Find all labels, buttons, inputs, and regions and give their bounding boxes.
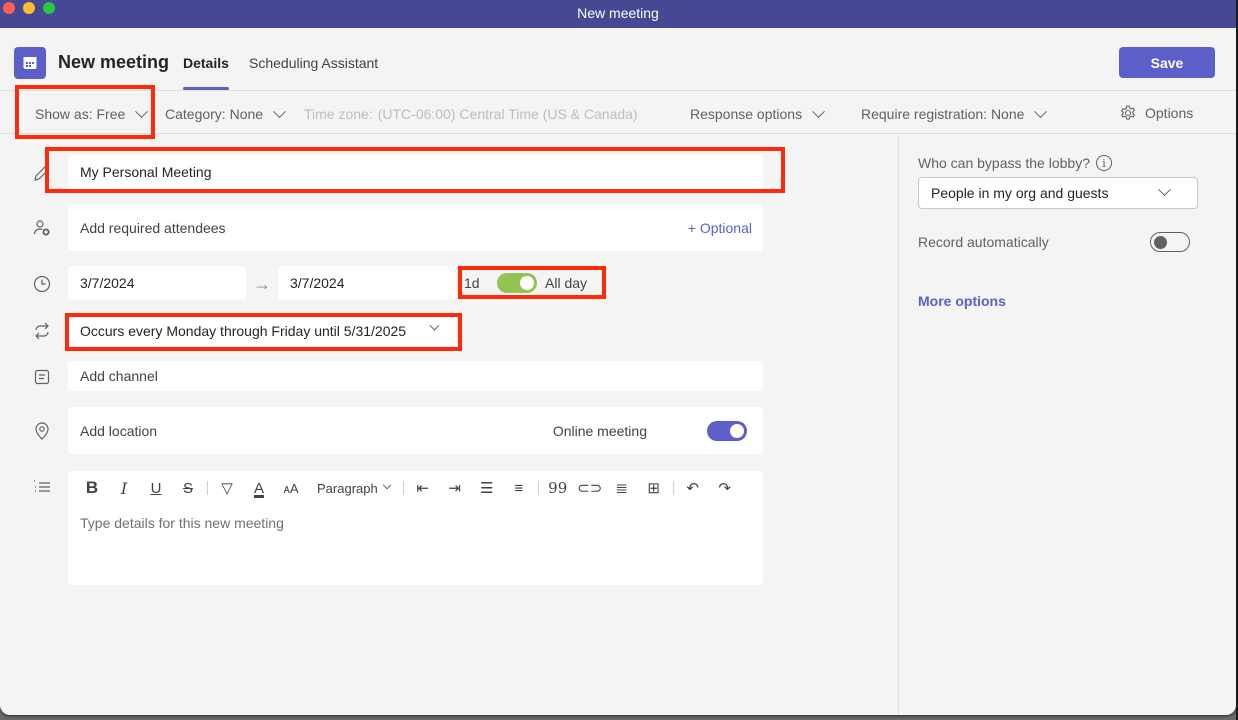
options-button[interactable]: Options — [1119, 104, 1193, 122]
toggle-knob — [730, 424, 744, 438]
info-icon[interactable]: i — [1096, 155, 1112, 171]
undo-icon[interactable]: ↶ — [677, 479, 709, 497]
paragraph-label: Paragraph — [317, 480, 378, 496]
add-person-icon — [33, 220, 50, 236]
quote-icon[interactable]: 99 — [542, 479, 574, 497]
title-bar: New meeting — [0, 0, 1236, 28]
response-options-dropdown[interactable]: Response options — [690, 104, 825, 122]
time-zone-value: (UTC-06:00) Central Time (US & Canada) — [377, 106, 638, 122]
toolbar-divider — [402, 481, 404, 495]
meeting-header: New meeting Details Scheduling Assistant… — [0, 28, 1236, 91]
decrease-indent-icon[interactable]: ⇤ — [407, 479, 439, 497]
category-label: Category: None — [165, 106, 264, 122]
tab-scheduling-assistant[interactable]: Scheduling Assistant — [249, 55, 378, 71]
more-options-link[interactable]: More options — [918, 293, 1006, 309]
chevron-down-icon — [273, 104, 286, 118]
tab-details[interactable]: Details — [183, 55, 229, 90]
page-title: New meeting — [58, 52, 170, 72]
chevron-down-icon — [429, 320, 440, 331]
date-range-arrow: → — [253, 274, 271, 294]
location-placeholder: Add location — [80, 422, 158, 439]
channel-input[interactable]: Add channel — [68, 361, 763, 391]
font-color-icon[interactable]: A — [243, 479, 275, 497]
bold-icon[interactable]: B — [76, 478, 108, 497]
time-zone-label: Time zone: — [304, 106, 373, 122]
channel-icon — [34, 369, 50, 385]
italic-icon[interactable]: I — [108, 479, 140, 498]
gear-icon — [1120, 105, 1136, 120]
duration-label: 1d — [464, 275, 480, 291]
chevron-down-icon — [812, 104, 825, 118]
location-pin-icon — [35, 422, 49, 440]
show-as-dropdown[interactable]: Show as: Free — [35, 104, 149, 122]
repeat-icon — [35, 322, 49, 340]
options-label: Options — [1145, 105, 1194, 121]
require-registration-label: Require registration: None — [861, 106, 1025, 122]
details-list-icon — [34, 480, 50, 492]
paragraph-style-dropdown[interactable]: Paragraph — [307, 481, 400, 496]
calendar-icon — [14, 47, 46, 79]
meeting-options-bar: Show as: Free Category: None Time zone: … — [0, 92, 1236, 134]
attendees-input[interactable]: Add required attendees + Optional — [68, 204, 763, 251]
save-button[interactable]: Save — [1119, 47, 1215, 78]
details-placeholder: Type details for this new meeting — [80, 515, 284, 531]
lobby-bypass-text: Who can bypass the lobby? — [918, 155, 1090, 171]
link-icon[interactable]: ⊂⊃ — [574, 479, 606, 497]
chevron-down-icon — [1158, 183, 1171, 197]
toolbar-divider — [537, 481, 539, 495]
show-as-label: Show as: Free — [35, 106, 126, 122]
recurrence-value: Occurs every Monday through Friday until… — [80, 323, 407, 339]
all-day-toggle[interactable] — [497, 273, 537, 293]
online-meeting-label: Online meeting — [552, 422, 647, 439]
recurrence-dropdown[interactable]: Occurs every Monday through Friday until… — [68, 316, 456, 346]
start-date-input[interactable]: 3/7/2024 — [68, 266, 246, 300]
time-zone-dropdown: Time zone: (UTC-06:00) Central Time (US … — [304, 106, 638, 122]
bulleted-list-icon[interactable]: ☰ — [471, 479, 503, 497]
toggle-knob — [520, 276, 534, 290]
meeting-side-panel: Who can bypass the lobby? i People in my… — [900, 135, 1236, 715]
response-options-label: Response options — [690, 106, 803, 122]
require-registration-dropdown[interactable]: Require registration: None — [861, 104, 1048, 122]
toggle-knob — [1154, 236, 1167, 249]
table-icon[interactable]: ⊞ — [638, 479, 670, 497]
font-size-icon[interactable]: ᴀA — [275, 479, 307, 497]
strikethrough-icon[interactable]: S — [172, 479, 204, 497]
add-optional-attendees-link[interactable]: + Optional — [688, 220, 752, 236]
increase-indent-icon[interactable]: ⇥ — [439, 479, 471, 497]
record-automatically-toggle[interactable] — [1150, 232, 1190, 252]
all-day-label: All day — [545, 275, 588, 291]
numbered-list-icon[interactable]: ≡ — [503, 479, 535, 497]
highlight-icon[interactable]: ▽ — [211, 479, 243, 497]
window-title: New meeting — [577, 5, 659, 21]
align-icon[interactable]: ≣ — [606, 479, 638, 497]
meeting-title-input[interactable]: My Personal Meeting — [68, 155, 763, 189]
chevron-down-icon — [135, 104, 149, 118]
redo-icon[interactable]: ↷ — [709, 479, 741, 497]
meeting-details-editor[interactable]: B I U S ▽ A ᴀA Paragraph ⇤ ⇥ ☰ ≡ 99 ⊂⊃ ≣… — [68, 471, 763, 585]
lobby-bypass-label: Who can bypass the lobby? i — [918, 155, 1112, 171]
toolbar-divider — [207, 481, 208, 495]
lobby-bypass-value: People in my org and guests — [931, 185, 1109, 201]
details-form: My Personal Meeting Add required attende… — [0, 135, 899, 715]
attendees-placeholder: Add required attendees — [80, 219, 226, 236]
record-automatically-label: Record automatically — [918, 234, 1049, 250]
chevron-down-icon — [1034, 104, 1048, 118]
new-meeting-window: New meeting New meeting Details Scheduli… — [0, 0, 1236, 715]
pencil-icon — [34, 166, 49, 181]
chevron-down-icon — [382, 480, 391, 490]
lobby-bypass-dropdown[interactable]: People in my org and guests — [918, 177, 1198, 209]
clock-icon — [33, 275, 51, 293]
location-input[interactable]: Add location Online meeting — [68, 407, 763, 454]
formatting-toolbar: B I U S ▽ A ᴀA Paragraph ⇤ ⇥ ☰ ≡ 99 ⊂⊃ ≣… — [76, 478, 741, 498]
online-meeting-toggle[interactable] — [707, 421, 747, 441]
category-dropdown[interactable]: Category: None — [165, 104, 286, 122]
toolbar-divider — [672, 481, 674, 495]
end-date-input[interactable]: 3/7/2024 — [278, 266, 456, 300]
underline-icon[interactable]: U — [140, 479, 172, 497]
